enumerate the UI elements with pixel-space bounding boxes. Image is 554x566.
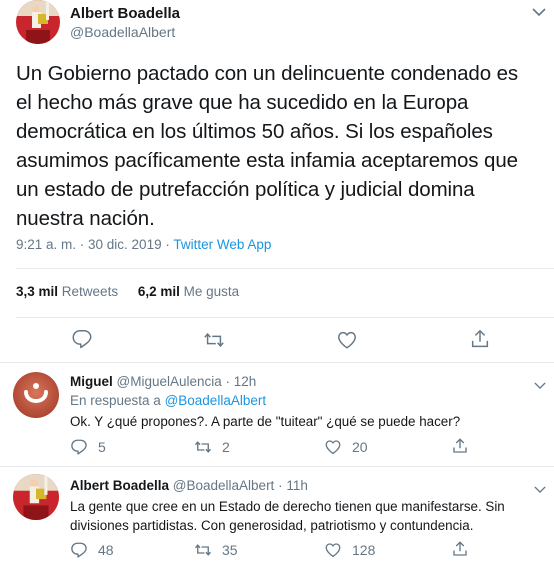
likes-count: 6,2 mil (137, 284, 180, 299)
reply-avatar-image (13, 372, 59, 418)
likes-label: Me gusta (183, 284, 240, 299)
reply-context: En respuesta a @BoadellaAlbert (70, 393, 266, 408)
reply-icon (72, 330, 92, 349)
reply-time[interactable]: · 12h (226, 374, 257, 389)
share-icon (471, 329, 489, 348)
heart-icon (325, 440, 341, 455)
avatar[interactable] (16, 0, 60, 44)
retweets-stat[interactable]: 3,3 mil Retweets (16, 284, 122, 299)
avatar[interactable] (13, 372, 59, 418)
tweet-text-line: asumimos pacíficamente esta infamia acep… (16, 149, 518, 172)
tweet-text-line: el hecho más grave que ha sucedido en la… (16, 91, 469, 114)
like-button[interactable] (336, 329, 358, 351)
tweet-text-line: divisiones partidistas. Con generosidad,… (70, 518, 474, 533)
reply-avatar-image (13, 474, 59, 520)
reply-time[interactable]: · 11h (278, 478, 308, 493)
reply-to-prefix: En respuesta a (70, 393, 161, 408)
retweet-icon (204, 332, 224, 348)
divider (0, 362, 554, 363)
reply-icon (71, 439, 87, 455)
share-icon (453, 438, 467, 453)
retweet-icon (194, 544, 212, 556)
reply-count: 48 (98, 542, 114, 558)
retweets-count: 3,3 mil (16, 284, 59, 299)
tweet-text: Un Gobierno pactado con un delincuente c… (16, 59, 554, 233)
author-handle[interactable]: @MiguelAulencia (117, 374, 222, 389)
reply-icon (71, 542, 87, 558)
retweet-button[interactable]: 35 (194, 541, 238, 559)
reply-button[interactable]: 5 (70, 438, 106, 456)
divider (0, 466, 554, 467)
reply-header: Albert Boadella @BoadellaAlbert · 11h (70, 478, 308, 493)
retweet-button[interactable] (203, 329, 225, 351)
like-button[interactable]: 128 (324, 541, 375, 559)
author-name[interactable]: Miguel (70, 374, 113, 389)
retweet-count: 2 (222, 439, 230, 455)
author-name[interactable]: Albert Boadella (70, 5, 180, 22)
chevron-down-icon[interactable] (532, 4, 546, 22)
retweet-count: 35 (222, 542, 238, 558)
tweet-stats: 3,3 mil Retweets 6,2 mil Me gusta (16, 284, 239, 299)
retweet-icon (194, 441, 212, 453)
heart-icon (338, 331, 356, 349)
divider (16, 268, 554, 269)
tweet-text-line: Un Gobierno pactado con un delincuente c… (16, 62, 519, 85)
share-icon (453, 541, 467, 556)
share-button[interactable] (451, 437, 469, 455)
tweet-text-line: La gente que cree en un Estado de derech… (70, 499, 505, 514)
like-count: 128 (352, 542, 376, 558)
tweet-text-line: democrática en los últimos 50 años. Si l… (16, 120, 493, 143)
share-button[interactable] (451, 540, 469, 558)
tweet-text-line: nuestra nación. (16, 207, 155, 230)
tweet-text: La gente que cree en un Estado de derech… (70, 497, 550, 535)
author-handle[interactable]: @BoadellaAlbert (173, 478, 275, 493)
reply-count: 5 (98, 439, 106, 455)
divider (16, 317, 554, 318)
retweets-label: Retweets (61, 284, 119, 299)
author-name[interactable]: Albert Boadella (70, 478, 169, 493)
tweet-text: Ok. Y ¿qué propones?. A parte de "tuitea… (70, 412, 550, 431)
reply-header: Miguel @MiguelAulencia · 12h (70, 374, 256, 389)
reply-to-handle[interactable]: @BoadellaAlbert (165, 393, 267, 408)
author-handle[interactable]: @BoadellaAlbert (70, 24, 175, 40)
tweet-meta: 9:21 a. m. · 30 dic. 2019 · Twitter Web … (16, 237, 271, 252)
author-avatar-image (16, 0, 60, 44)
retweet-button[interactable]: 2 (194, 438, 230, 456)
like-count: 20 (352, 439, 368, 455)
reply-button[interactable] (71, 328, 93, 350)
share-button[interactable] (469, 328, 491, 350)
reply-button[interactable]: 48 (70, 541, 114, 559)
heart-icon (325, 543, 341, 558)
likes-stat[interactable]: 6,2 mil Me gusta (138, 284, 239, 299)
chevron-down-icon[interactable] (534, 377, 546, 395)
tweet-text-line: Ok. Y ¿qué propones?. A parte de "tuitea… (70, 414, 461, 429)
tweet-timestamp[interactable]: 9:21 a. m. · 30 dic. 2019 · (16, 237, 170, 252)
avatar[interactable] (13, 474, 59, 520)
tweet-source[interactable]: Twitter Web App (173, 237, 271, 252)
like-button[interactable]: 20 (324, 438, 368, 456)
tweet-text-line: un estado de putrefacción política y jud… (16, 178, 475, 201)
